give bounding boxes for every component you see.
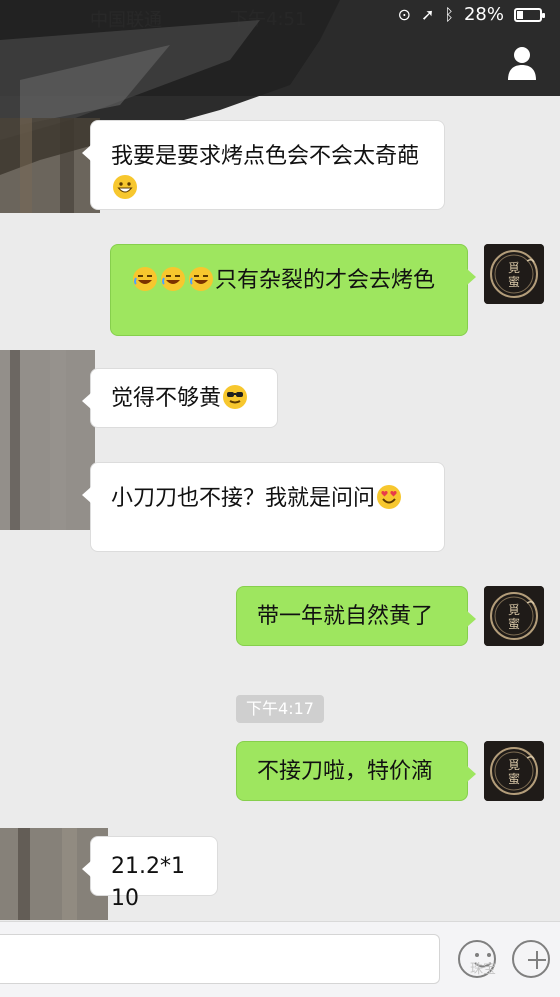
avatar-line-2: 蜜 (508, 274, 520, 289)
message-text: 小刀刀也不接？我就是问问 (111, 486, 376, 511)
battery-icon (514, 7, 545, 22)
grinning-face-icon (113, 175, 137, 199)
message-outgoing-1: 只有杂裂的才会去烤色 (110, 244, 476, 336)
message-incoming-2: 觉得不够黄 (82, 368, 278, 428)
battery-percent: 28% (463, 4, 504, 25)
message-text: 觉得不够黄 (111, 386, 222, 411)
message-text: 不接刀啦，特价滴 (257, 759, 434, 784)
avatar-line-2: 蜜 (508, 616, 520, 631)
message-text: 21.2*110 (111, 854, 185, 911)
heart-eyes-face-icon (377, 485, 402, 509)
message-text: 只有杂裂的才会去烤色 (215, 268, 436, 293)
status-time: 下午4:51 (230, 9, 307, 30)
avatar[interactable]: 覓 蜜 (484, 741, 544, 801)
plus-icon (528, 951, 546, 969)
avatar-line-2: 蜜 (508, 771, 520, 786)
watermark: 珠宝 (470, 962, 497, 977)
brand-logo-icon: 覓 蜜 (484, 586, 544, 646)
person-icon[interactable] (506, 44, 538, 82)
message-input[interactable] (0, 934, 440, 984)
status-bar: 中国联通 下午4:51 ⊙ ➚ ᛒ 28% (0, 0, 560, 32)
message-text: 我要是要求烤点色会不会太奇葩 (111, 144, 420, 169)
carrier-label: 中国联通 (90, 10, 162, 31)
avatar[interactable]: 覓 蜜 (484, 244, 544, 304)
rolling-laughing-face-icon (189, 267, 213, 291)
location-icon: ➚ (420, 5, 435, 24)
message-timestamp: 下午4:17 (236, 695, 324, 723)
chat-thread: 我要是要求烤点色会不会太奇葩 只有杂裂的才会去烤色 觉得不够黄 小刀刀也不接？我… (0, 96, 560, 916)
rolling-laughing-face-icon (133, 267, 157, 291)
message-outgoing-3: 不接刀啦，特价滴 (236, 741, 476, 801)
brand-logo-icon: 覓 蜜 (484, 244, 544, 304)
message-text: 带一年就自然黄了 (257, 604, 434, 629)
more-options-button[interactable] (512, 940, 550, 978)
sunglasses-face-icon (223, 385, 248, 409)
nav-bar (0, 32, 560, 96)
message-incoming-3: 小刀刀也不接？我就是问问 (82, 462, 445, 552)
avatar-line-1: 覓 (508, 603, 520, 617)
avatar-line-1: 覓 (508, 758, 520, 772)
message-outgoing-2: 带一年就自然黄了 (236, 586, 476, 646)
brand-logo-icon: 覓 蜜 (484, 741, 544, 801)
orientation-lock-icon: ⊙ (397, 5, 411, 24)
rolling-laughing-face-icon (161, 267, 185, 291)
avatar[interactable]: 覓 蜜 (484, 586, 544, 646)
bluetooth-icon: ᛒ (444, 5, 454, 24)
battery-level (517, 10, 524, 19)
message-incoming-1: 我要是要求烤点色会不会太奇葩 (82, 120, 445, 210)
message-incoming-4: 21.2*110 (82, 836, 218, 911)
status-right-icons: ⊙ ➚ ᛒ 28% (397, 4, 545, 25)
avatar-line-1: 覓 (508, 261, 520, 275)
